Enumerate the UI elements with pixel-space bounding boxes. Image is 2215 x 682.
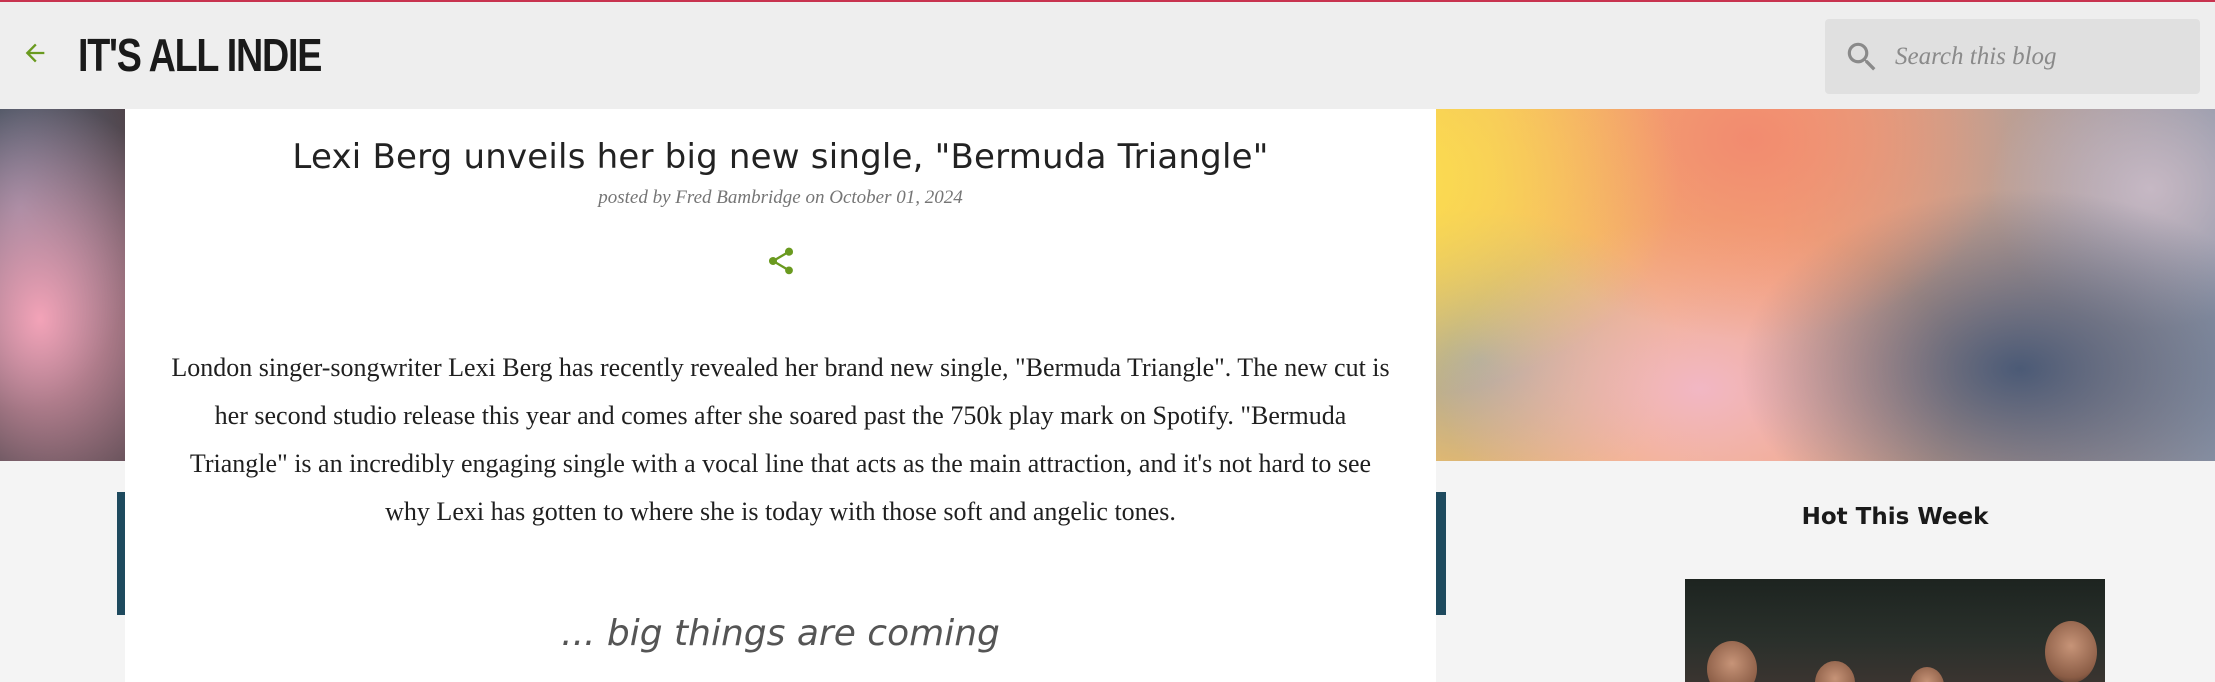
content-frame-right-bar bbox=[1436, 492, 1446, 615]
search-icon[interactable] bbox=[1843, 38, 1881, 76]
hot-post-thumbnail[interactable] bbox=[1685, 579, 2105, 682]
photo-person-1 bbox=[1707, 641, 1757, 682]
photo-person-4 bbox=[2045, 621, 2097, 682]
post-pullquote: ... big things are coming bbox=[561, 613, 1000, 654]
share-icon bbox=[768, 247, 794, 275]
arrow-left-icon bbox=[25, 43, 45, 63]
on-label: on bbox=[805, 187, 825, 208]
post-title: Lexi Berg unveils her big new single, "B… bbox=[292, 137, 1269, 177]
photo-person-3 bbox=[1910, 667, 1944, 682]
blog-header: IT'S ALL INDIE bbox=[0, 2, 2215, 109]
photo-person-2 bbox=[1815, 661, 1855, 682]
posted-by-label: posted by bbox=[598, 187, 671, 208]
search-input[interactable] bbox=[1895, 19, 2190, 94]
post-meta: posted by Fred Bambridge on October 01, … bbox=[125, 187, 1436, 209]
back-button[interactable] bbox=[18, 36, 52, 70]
share-button[interactable] bbox=[762, 241, 800, 281]
sidebar-widget-title: Hot This Week bbox=[1801, 504, 1989, 530]
post-body-paragraph: London singer-songwriter Lexi Berg has r… bbox=[171, 353, 1390, 526]
search-box[interactable] bbox=[1825, 19, 2200, 94]
site-title[interactable]: IT'S ALL INDIE bbox=[78, 26, 322, 84]
post-card: Lexi Berg unveils her big new single, "B… bbox=[125, 109, 1436, 682]
post-author-link[interactable]: Fred Bambridge bbox=[675, 187, 800, 208]
post-date-link[interactable]: October 01, 2024 bbox=[829, 187, 963, 208]
